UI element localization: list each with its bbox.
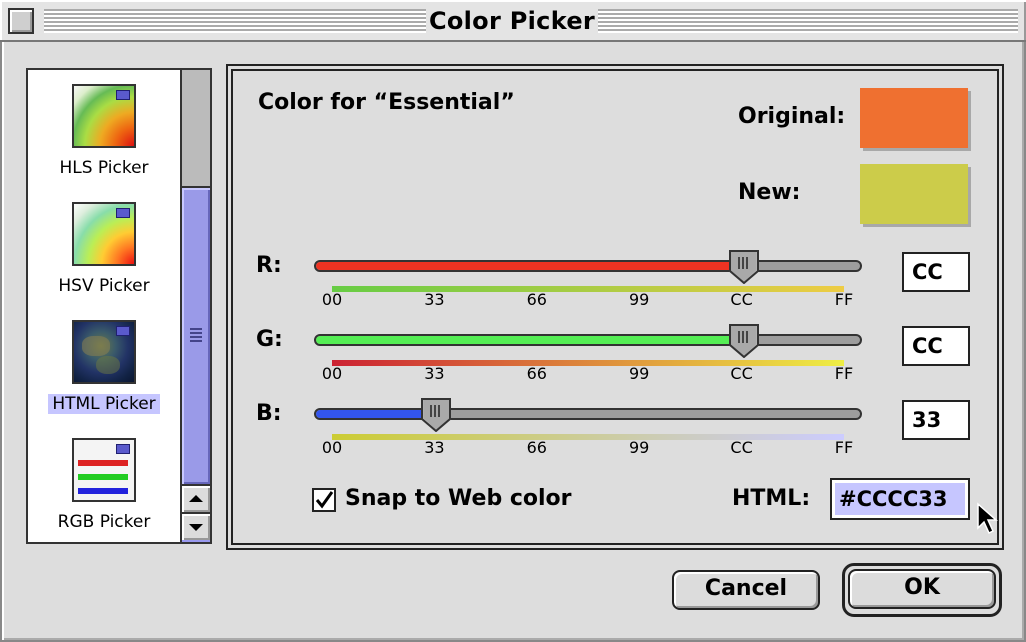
ok-button[interactable]: OK [848, 569, 996, 609]
close-box-icon[interactable] [8, 8, 34, 34]
picker-label-hls: HLS Picker [59, 158, 149, 178]
hls-color-wheel-icon [72, 84, 136, 148]
blue-tick-label: 66 [526, 438, 547, 457]
red-tick-label: 66 [526, 290, 547, 309]
green-tick-label: 66 [526, 364, 547, 383]
red-slider-thumb-outline [728, 250, 759, 284]
title-stripes-right [598, 9, 1018, 33]
green-tick-label: FF [834, 364, 854, 383]
red-tick-label: 99 [629, 290, 650, 309]
blue-tick-label: FF [834, 438, 854, 457]
red-value-field[interactable]: CC [902, 252, 970, 292]
html-color-input[interactable]: #CCCC33 [830, 478, 970, 520]
red-tick-label: CC [730, 290, 753, 309]
picker-list: HLS Picker HSV Picker HTML Picker RGB Pi… [26, 68, 212, 544]
picker-item-rgb[interactable]: RGB Picker [28, 438, 180, 556]
picker-label-rgb: RGB Picker [57, 512, 151, 532]
globe-icon [72, 320, 136, 384]
original-label: Original: [738, 104, 846, 129]
red-tick-label: FF [834, 290, 854, 309]
blue-tick-label: 00 [321, 438, 343, 457]
picker-label-html: HTML Picker [48, 394, 160, 414]
original-color-swatch[interactable] [860, 88, 968, 148]
new-color-swatch [860, 164, 968, 224]
green-tick-label: 33 [424, 364, 445, 383]
green-tick-label: 00 [321, 364, 343, 383]
checkmark-icon [315, 491, 334, 509]
picker-list-scrollbar[interactable] [180, 70, 210, 542]
blue-tick-label: CC [730, 438, 753, 457]
rgb-bars-icon [72, 438, 136, 502]
blue-tick-label: 33 [424, 438, 445, 457]
title-bar[interactable]: Color Picker [0, 0, 1026, 42]
red-slider-fill [316, 262, 752, 270]
blue-slider-fill [316, 410, 425, 418]
html-label: HTML: [732, 486, 811, 511]
picker-item-hls[interactable]: HLS Picker [28, 84, 180, 202]
color-for-label: Color for “Essential” [258, 90, 515, 115]
hsv-color-wheel-icon [72, 202, 136, 266]
red-slider-track[interactable] [314, 260, 862, 272]
green-value-field[interactable]: CC [902, 326, 970, 366]
scroll-thumb[interactable] [182, 188, 210, 484]
picker-item-hsv[interactable]: HSV Picker [28, 202, 180, 320]
scroll-grip-icon [190, 328, 202, 342]
red-channel-label: R: [256, 253, 282, 278]
green-slider-fill [316, 336, 752, 344]
green-tick-label: CC [730, 364, 753, 383]
arrow-cursor-icon [977, 502, 998, 535]
snap-to-web-color-label[interactable]: Snap to Web color [345, 484, 572, 514]
blue-tick-label: 99 [629, 438, 650, 457]
html-color-value: #CCCC33 [835, 483, 965, 515]
picker-item-html[interactable]: HTML Picker [28, 320, 180, 438]
scroll-down-arrow-icon[interactable] [182, 512, 210, 540]
green-gradient-bar [332, 360, 844, 366]
green-channel-label: G: [256, 327, 283, 352]
new-label: New: [738, 180, 801, 205]
blue-slider-thumb-outline [421, 398, 452, 432]
green-slider-thumb-outline [728, 324, 759, 358]
green-slider-track[interactable] [314, 334, 862, 346]
blue-channel-label: B: [256, 401, 282, 426]
blue-value-field[interactable]: 33 [902, 400, 970, 440]
blue-slider-track[interactable] [314, 408, 862, 420]
window-title: Color Picker [428, 7, 596, 35]
picker-label-hsv: HSV Picker [58, 276, 150, 296]
red-tick-label: 33 [424, 290, 445, 309]
title-stripes-left [44, 9, 426, 33]
scroll-up-arrow-icon[interactable] [182, 484, 210, 512]
snap-to-web-color-checkbox[interactable] [312, 488, 336, 512]
green-tick-label: 99 [629, 364, 650, 383]
red-gradient-bar [332, 286, 844, 292]
scroll-track[interactable] [182, 70, 210, 188]
cancel-button[interactable]: Cancel [672, 570, 820, 610]
blue-gradient-bar [332, 434, 844, 440]
red-tick-label: 00 [321, 290, 343, 309]
